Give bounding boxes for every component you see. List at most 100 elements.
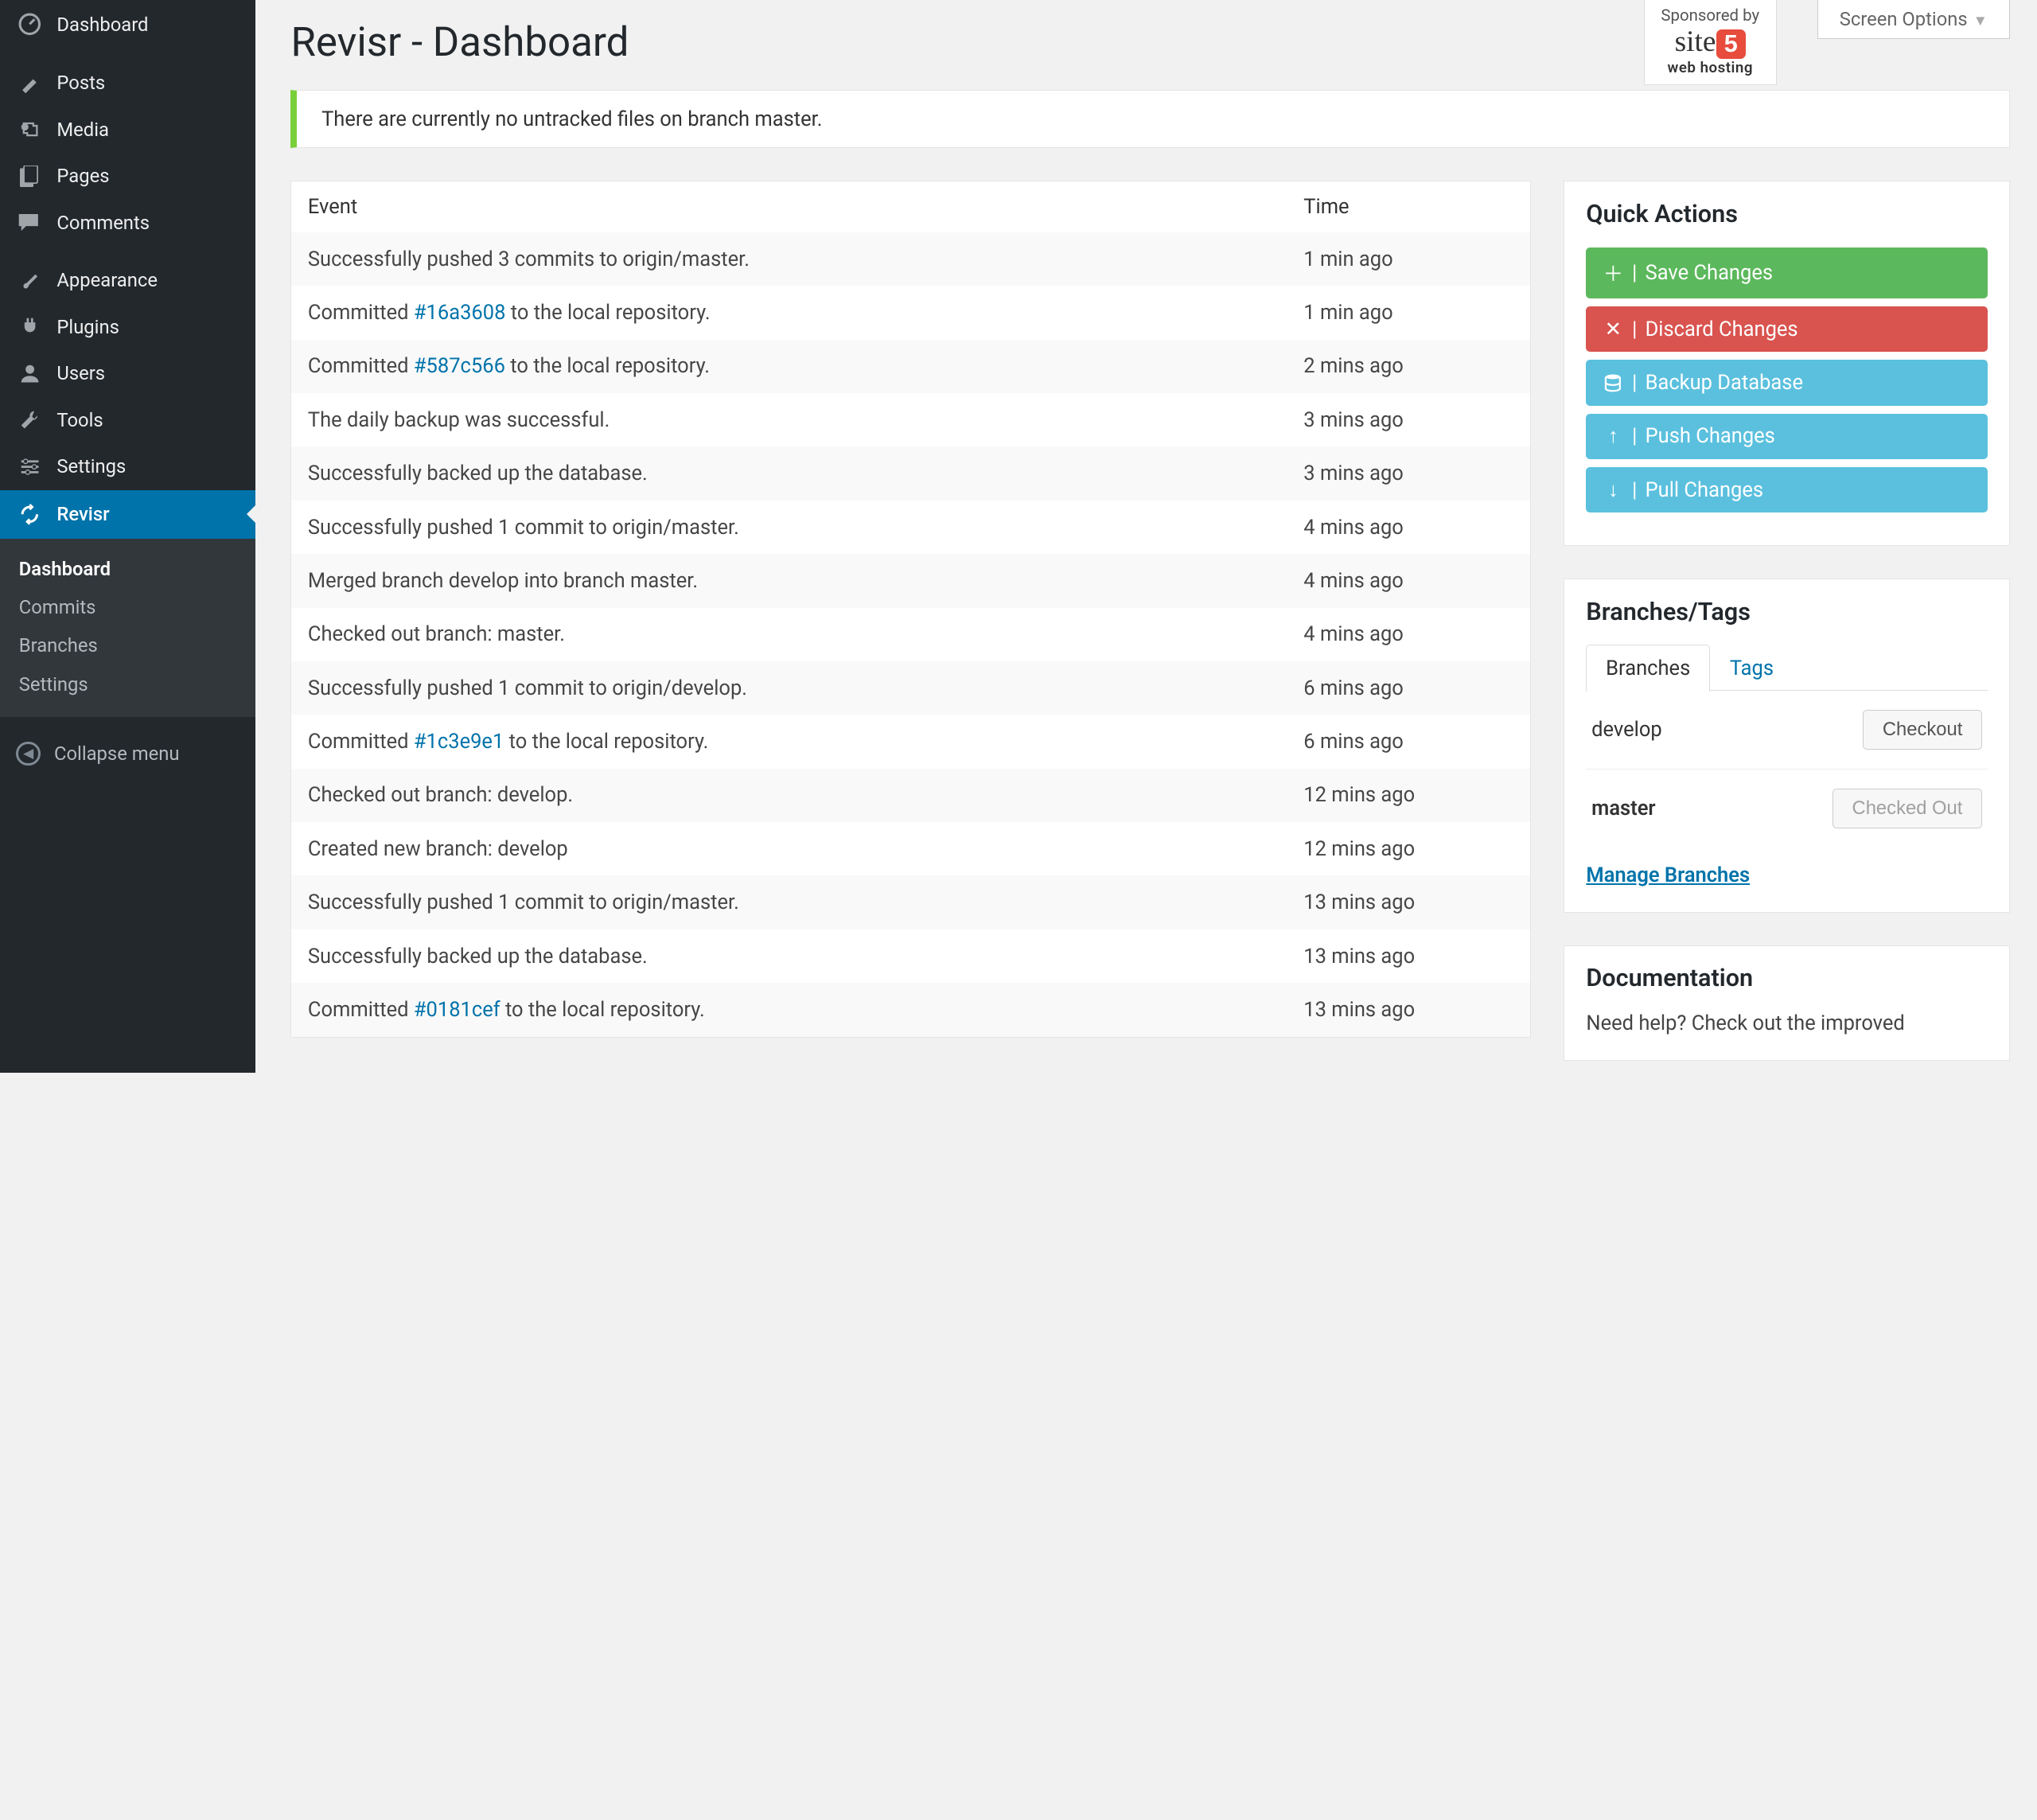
time-cell: 4 mins ago <box>1287 554 1531 607</box>
revisr-icon <box>16 502 43 527</box>
documentation-title: Documentation <box>1586 965 1988 992</box>
sidebar-item-appearance[interactable]: Appearance <box>0 257 255 304</box>
commit-link[interactable]: #0181cef <box>414 998 500 1022</box>
discard-changes-button[interactable]: ✕| Discard Changes <box>1586 306 1988 352</box>
pull-changes-button[interactable]: ↓| Pull Changes <box>1586 467 1988 512</box>
quick-actions-panel: Quick Actions ＋| Save Changes ✕| Discard… <box>1564 181 2010 546</box>
table-row: Successfully pushed 1 commit to origin/m… <box>291 875 1531 929</box>
push-changes-button[interactable]: ↑| Push Changes <box>1586 414 1988 459</box>
event-cell: Successfully pushed 1 commit to origin/d… <box>291 661 1287 715</box>
time-cell: 13 mins ago <box>1287 983 1531 1037</box>
sidebar-item-pages[interactable]: Pages <box>0 153 255 200</box>
sidebar-item-dashboard[interactable]: Dashboard <box>0 0 255 49</box>
sidebar-item-plugins[interactable]: Plugins <box>0 303 255 350</box>
branches-title: Branches/Tags <box>1586 598 1988 626</box>
sidebar-item-media[interactable]: Media <box>0 106 255 153</box>
main-content: Sponsored by site5 web hosting Screen Op… <box>255 0 2037 1073</box>
media-icon <box>16 119 43 140</box>
commit-link[interactable]: #587c566 <box>414 354 505 378</box>
sidebar-item-comments[interactable]: Comments <box>0 200 255 247</box>
sidebar-item-label: Pages <box>56 165 109 187</box>
sponsor-logo: site5 <box>1661 27 1759 59</box>
time-cell: 6 mins ago <box>1287 661 1531 715</box>
sponsored-by-label: Sponsored by <box>1661 6 1759 25</box>
user-icon <box>16 363 43 384</box>
time-cell: 13 mins ago <box>1287 875 1531 929</box>
events-header-time: Time <box>1287 181 1531 232</box>
brush-icon <box>16 269 43 290</box>
sidebar-item-label: Plugins <box>56 316 119 338</box>
sidebar-item-users[interactable]: Users <box>0 350 255 397</box>
event-cell: Checked out branch: master. <box>291 608 1287 661</box>
plug-icon <box>16 316 43 337</box>
notice-success: There are currently no untracked files o… <box>290 90 2010 148</box>
admin-sidebar: Dashboard Posts Media Pages Comments App… <box>0 0 255 1073</box>
submenu-dashboard[interactable]: Dashboard <box>0 550 255 588</box>
table-row: Successfully backed up the database.3 mi… <box>291 446 1531 500</box>
sidebar-item-label: Users <box>56 362 105 384</box>
save-changes-button[interactable]: ＋| Save Changes <box>1586 247 1988 298</box>
event-cell: Created new branch: develop <box>291 822 1287 875</box>
event-cell: Successfully backed up the database. <box>291 929 1287 983</box>
commit-link[interactable]: #1c3e9e1 <box>414 730 504 754</box>
database-icon <box>1603 373 1624 392</box>
branch-name: develop <box>1591 718 1662 742</box>
tab-branches[interactable]: Branches <box>1586 645 1710 691</box>
sidebar-item-tools[interactable]: Tools <box>0 397 255 444</box>
collapse-label: Collapse menu <box>54 742 180 765</box>
documentation-body: Need help? Check out the improved <box>1586 1011 1988 1035</box>
table-row: Committed #1c3e9e1 to the local reposito… <box>291 715 1531 768</box>
event-cell: Successfully pushed 1 commit to origin/m… <box>291 875 1287 929</box>
plus-icon: ＋ <box>1603 258 1624 287</box>
sidebar-item-label: Revisr <box>56 503 109 525</box>
submenu-settings[interactable]: Settings <box>0 665 255 703</box>
sidebar-item-posts[interactable]: Posts <box>0 60 255 107</box>
time-cell: 6 mins ago <box>1287 715 1531 768</box>
time-cell: 13 mins ago <box>1287 929 1531 983</box>
sidebar-item-label: Dashboard <box>56 14 148 36</box>
sponsor-badge[interactable]: Sponsored by site5 web hosting <box>1644 0 1776 85</box>
wrench-icon <box>16 409 43 431</box>
event-cell: Successfully backed up the database. <box>291 446 1287 500</box>
events-table: Event Time Successfully pushed 3 commits… <box>290 181 1531 1038</box>
manage-branches-link[interactable]: Manage Branches <box>1586 863 1750 887</box>
sidebar-item-label: Comments <box>56 212 150 234</box>
collapse-icon: ◀ <box>16 742 41 766</box>
screen-options-button[interactable]: Screen Options▼ <box>1817 0 2011 39</box>
table-row: Committed #16a3608 to the local reposito… <box>291 286 1531 339</box>
table-row: Committed #587c566 to the local reposito… <box>291 340 1531 393</box>
time-cell: 12 mins ago <box>1287 822 1531 875</box>
time-cell: 4 mins ago <box>1287 608 1531 661</box>
submenu-branches[interactable]: Branches <box>0 626 255 664</box>
tab-tags[interactable]: Tags <box>1710 645 1794 691</box>
events-header-event: Event <box>291 181 1287 232</box>
backup-database-button[interactable]: | Backup Database <box>1586 360 1988 405</box>
chevron-down-icon: ▼ <box>1973 12 1988 29</box>
time-cell: 2 mins ago <box>1287 340 1531 393</box>
sidebar-item-label: Media <box>56 119 109 141</box>
pin-icon <box>16 72 43 93</box>
table-row: Checked out branch: master.4 mins ago <box>291 608 1531 661</box>
table-row: Successfully pushed 3 commits to origin/… <box>291 232 1531 286</box>
sponsor-subtitle: web hosting <box>1661 59 1759 76</box>
close-icon: ✕ <box>1603 318 1624 341</box>
sidebar-item-revisr[interactable]: Revisr <box>0 490 255 539</box>
submenu-commits[interactable]: Commits <box>0 588 255 626</box>
sidebar-submenu: Dashboard Commits Branches Settings <box>0 539 255 717</box>
dashboard-icon <box>16 12 43 37</box>
sidebar-item-label: Posts <box>56 72 105 94</box>
time-cell: 12 mins ago <box>1287 769 1531 822</box>
table-row: Checked out branch: develop.12 mins ago <box>291 769 1531 822</box>
collapse-menu-button[interactable]: ◀ Collapse menu <box>0 728 255 780</box>
documentation-panel: Documentation Need help? Check out the i… <box>1564 945 2010 1061</box>
checkout-button[interactable]: Checkout <box>1863 710 1982 750</box>
checked-out-button: Checked Out <box>1833 789 1982 828</box>
commit-link[interactable]: #16a3608 <box>414 301 506 325</box>
table-row: Successfully backed up the database.13 m… <box>291 929 1531 983</box>
branch-name: master <box>1591 797 1655 820</box>
arrow-down-icon: ↓ <box>1603 478 1624 502</box>
sidebar-item-settings[interactable]: Settings <box>0 443 255 490</box>
event-cell: Committed #16a3608 to the local reposito… <box>291 286 1287 339</box>
time-cell: 1 min ago <box>1287 286 1531 339</box>
table-row: The daily backup was successful.3 mins a… <box>291 393 1531 446</box>
